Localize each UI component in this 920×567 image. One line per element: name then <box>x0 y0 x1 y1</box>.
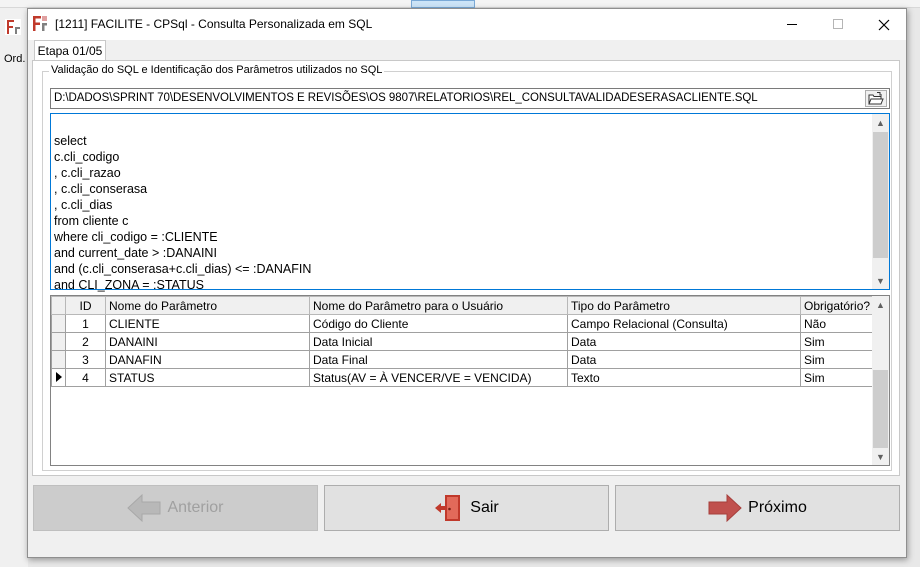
sql-line: from cliente c <box>54 214 129 228</box>
column-header-id[interactable]: ID <box>65 296 106 315</box>
close-button[interactable] <box>861 9 907 40</box>
cell-name[interactable]: STATUS <box>105 368 310 387</box>
grid-vertical-scrollbar[interactable]: ▲ ▼ <box>872 296 889 465</box>
table-row[interactable]: 3 DANAFIN Data Final Data Sim <box>51 350 875 369</box>
maximize-icon <box>832 19 843 29</box>
group-title: Validação do SQL e Identificação dos Par… <box>49 64 385 76</box>
row-indicator[interactable] <box>51 350 66 369</box>
sql-file-path-text: D:\DADOS\SPRINT 70\DESENVOLVIMENTOS E RE… <box>54 92 758 104</box>
sql-query-dialog: [1211] FACILITE - CPSql - Consulta Perso… <box>27 8 907 558</box>
tab-etapa[interactable]: Etapa 01/05 <box>34 40 106 61</box>
column-header-type[interactable]: Tipo do Parâmetro <box>567 296 801 315</box>
title-bar[interactable]: [1211] FACILITE - CPSql - Consulta Perso… <box>28 9 906 40</box>
scroll-up-icon[interactable]: ▲ <box>872 114 889 131</box>
row-indicator[interactable] <box>51 332 66 351</box>
cell-type[interactable]: Texto <box>567 368 801 387</box>
parameters-table: ID Nome do Parâmetro Nome do Parâmetro p… <box>51 296 875 387</box>
table-row[interactable]: 4 STATUS Status(AV = À VENCER/VE = VENCI… <box>51 368 875 387</box>
row-indicator[interactable] <box>51 314 66 333</box>
current-row-pointer-icon <box>55 371 62 382</box>
cell-id[interactable]: 3 <box>65 350 106 369</box>
background-menu-bar <box>0 0 920 8</box>
cell-name[interactable]: DANAINI <box>105 332 310 351</box>
open-file-button[interactable] <box>865 90 887 107</box>
scroll-down-icon[interactable]: ▼ <box>872 272 889 289</box>
sql-line: select <box>54 134 87 148</box>
cell-required[interactable]: Sim <box>799 368 875 387</box>
arrow-right-icon <box>708 493 742 523</box>
sql-line: and (c.cli_conserasa+c.cli_dias) <= :DAN… <box>54 262 312 276</box>
sql-line: , c.cli_dias <box>54 198 113 212</box>
app-logo-icon <box>5 19 21 35</box>
sql-line: and current_date > :DANAINI <box>54 246 217 260</box>
table-header-row: ID Nome do Parâmetro Nome do Parâmetro p… <box>51 296 875 315</box>
sql-file-path-field[interactable]: D:\DADOS\SPRINT 70\DESENVOLVIMENTOS E RE… <box>50 88 890 109</box>
cell-required[interactable]: Sim <box>799 350 875 369</box>
sql-vertical-scrollbar[interactable]: ▲ ▼ <box>872 114 889 289</box>
sql-line: , c.cli_conserasa <box>54 182 148 196</box>
row-indicator[interactable] <box>51 368 66 387</box>
cell-type[interactable]: Data <box>567 350 801 369</box>
open-folder-icon <box>868 92 884 105</box>
previous-label: Anterior <box>167 499 224 516</box>
cell-id[interactable]: 4 <box>65 368 106 387</box>
cell-required[interactable]: Sim <box>799 332 875 351</box>
cell-name[interactable]: CLIENTE <box>105 314 310 333</box>
parameters-grid: ID Nome do Parâmetro Nome do Parâmetro p… <box>50 295 890 466</box>
previous-button[interactable]: Anterior <box>33 485 318 531</box>
background-side-panel <box>0 8 28 567</box>
table-row[interactable]: 1 CLIENTE Código do Cliente Campo Relaci… <box>51 314 875 333</box>
cell-id[interactable]: 2 <box>65 332 106 351</box>
table-row[interactable]: 2 DANAINI Data Inicial Data Sim <box>51 332 875 351</box>
sql-line: c.cli_codigo <box>54 150 120 164</box>
next-label: Próximo <box>748 499 807 516</box>
column-header-name[interactable]: Nome do Parâmetro <box>105 296 310 315</box>
exit-door-icon <box>435 495 461 521</box>
minimize-button[interactable] <box>769 9 815 40</box>
validation-group: Validação do SQL e Identificação dos Par… <box>42 64 892 471</box>
cell-type[interactable]: Campo Relacional (Consulta) <box>567 314 801 333</box>
cell-required[interactable]: Não <box>799 314 875 333</box>
tab-page: Validação do SQL e Identificação dos Par… <box>32 60 900 476</box>
sql-line: , c.cli_razao <box>54 166 121 180</box>
sql-line: where cli_codigo = :CLIENTE <box>54 230 218 244</box>
exit-label: Sair <box>470 499 499 516</box>
scroll-thumb[interactable] <box>873 370 888 448</box>
sql-line: and CLI_ZONA = :STATUS <box>54 278 204 292</box>
cell-name[interactable]: DANAFIN <box>105 350 310 369</box>
sql-editor[interactable]: select c.cli_codigo , c.cli_razao , c.cli_c… <box>50 113 890 292</box>
navigation-bar: Anterior Sair Próximo <box>28 483 906 533</box>
window-title: [1211] FACILITE - CPSql - Consulta Perso… <box>55 17 373 31</box>
app-logo-icon <box>33 16 47 31</box>
maximize-button[interactable] <box>815 9 861 40</box>
cell-user-name[interactable]: Data Final <box>309 350 568 369</box>
cell-user-name[interactable]: Data Inicial <box>309 332 568 351</box>
cell-id[interactable]: 1 <box>65 314 106 333</box>
row-indicator-header <box>51 296 66 315</box>
scroll-up-icon[interactable]: ▲ <box>872 296 889 313</box>
background-menu-selected[interactable] <box>411 0 475 8</box>
column-header-required[interactable]: Obrigatório? <box>799 296 875 315</box>
background-ord-label: Ord. <box>4 53 26 65</box>
column-header-user-name[interactable]: Nome do Parâmetro para o Usuário <box>309 296 568 315</box>
cell-user-name[interactable]: Status(AV = À VENCER/VE = VENCIDA) <box>309 368 568 387</box>
next-button[interactable]: Próximo <box>615 485 900 531</box>
close-icon <box>878 19 890 30</box>
cell-user-name[interactable]: Código do Cliente <box>309 314 568 333</box>
minimize-icon <box>786 24 797 25</box>
arrow-left-icon <box>127 493 161 523</box>
exit-button[interactable]: Sair <box>324 485 609 531</box>
scroll-thumb[interactable] <box>873 132 888 258</box>
sql-text: select c.cli_codigo , c.cli_razao , c.cli_c… <box>54 117 311 325</box>
scroll-down-icon[interactable]: ▼ <box>872 448 889 465</box>
cell-type[interactable]: Data <box>567 332 801 351</box>
